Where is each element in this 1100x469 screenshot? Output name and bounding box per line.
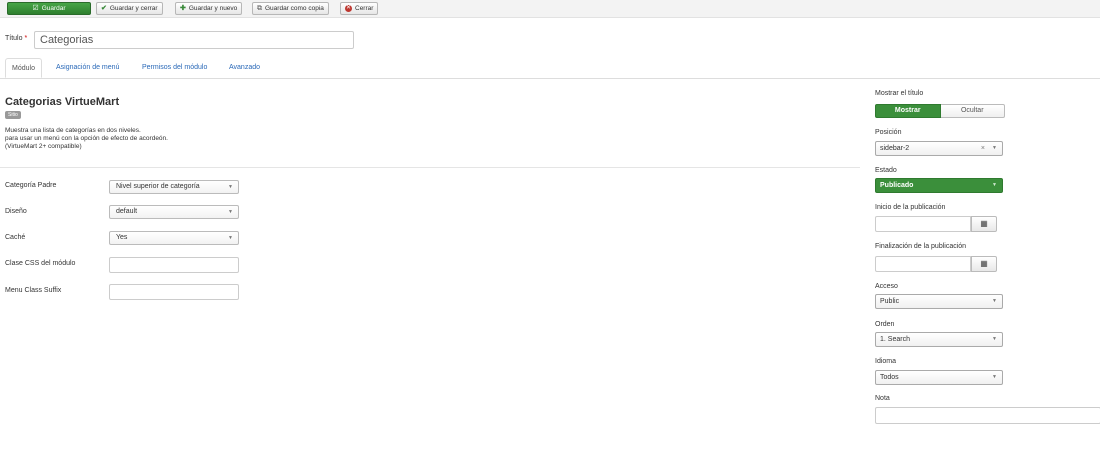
- position-select[interactable]: sidebar-2 × ▼: [875, 141, 1003, 156]
- layout-value: default: [116, 208, 138, 215]
- toolbar: ☑ Guardar ✔ Guardar y cerrar ✚ Guardar y…: [0, 0, 1100, 18]
- status-select[interactable]: Publicado ▼: [875, 178, 1003, 193]
- tab-module[interactable]: Módulo: [5, 58, 42, 78]
- parent-category-value: Nivel superior de categoría: [116, 183, 200, 190]
- save-close-button[interactable]: ✔ Guardar y cerrar: [96, 2, 163, 15]
- chevron-down-icon: ▼: [228, 209, 233, 215]
- parent-category-select[interactable]: Nivel superior de categoría ▼: [109, 180, 239, 194]
- copy-icon: ⧉: [257, 5, 262, 12]
- save-copy-button[interactable]: ⧉ Guardar como copia: [252, 2, 329, 15]
- note-label: Nota: [875, 395, 890, 402]
- publish-end-label: Finalización de la publicación: [875, 243, 967, 250]
- layout-label: Diseño: [5, 208, 27, 215]
- save-copy-button-label: Guardar como copia: [265, 5, 324, 12]
- calendar-icon[interactable]: ▦: [971, 216, 997, 232]
- position-label: Posición: [875, 129, 902, 136]
- chevron-down-icon: ▼: [992, 336, 997, 342]
- chevron-down-icon: ▼: [992, 182, 997, 188]
- status-value: Publicado: [880, 182, 914, 189]
- publish-start-input[interactable]: [875, 216, 971, 232]
- module-description: Muestra una lista de categorías en dos n…: [5, 127, 168, 151]
- ordering-label: Orden: [875, 321, 895, 328]
- title-label-text: Título: [5, 35, 23, 42]
- chevron-down-icon: ▼: [992, 374, 997, 380]
- show-title-toggle: Mostrar Ocultar: [875, 104, 1005, 118]
- description-line: para usar un menú con la opción de efect…: [5, 135, 168, 142]
- cache-value: Yes: [116, 234, 128, 241]
- tabs-divider: [0, 78, 1100, 79]
- access-value: Public: [880, 298, 900, 305]
- tab-advanced[interactable]: Avanzado: [229, 58, 260, 78]
- calendar-icon[interactable]: ▦: [971, 256, 997, 272]
- title-input[interactable]: [34, 31, 354, 49]
- close-button[interactable]: ✕ Cerrar: [340, 2, 379, 15]
- save-new-button[interactable]: ✚ Guardar y nuevo: [175, 2, 243, 15]
- language-label: Idioma: [875, 358, 897, 365]
- show-title-on-button[interactable]: Mostrar: [875, 104, 941, 118]
- language-select[interactable]: Todos ▼: [875, 370, 1003, 385]
- plus-icon: ✚: [180, 5, 186, 12]
- ordering-select[interactable]: 1. Search ▼: [875, 332, 1003, 347]
- tab-menu-assignment[interactable]: Asignación de menú: [56, 58, 119, 78]
- note-input[interactable]: [875, 407, 1100, 424]
- clear-icon[interactable]: ×: [981, 142, 985, 155]
- menu-class-suffix-label: Menu Class Suffix: [5, 287, 62, 294]
- title-label: Título *: [5, 35, 27, 42]
- required-marker: *: [24, 35, 28, 42]
- parent-category-label: Categoría Padre: [5, 182, 57, 189]
- section-divider: [0, 167, 860, 168]
- chevron-down-icon: ▼: [228, 235, 233, 241]
- chevron-down-icon: ▼: [992, 298, 997, 304]
- cache-label: Caché: [5, 234, 26, 241]
- description-line: Muestra una lista de categorías en dos n…: [5, 127, 141, 134]
- position-value: sidebar-2: [880, 145, 910, 152]
- tab-module-permissions[interactable]: Permisos del módulo: [142, 58, 207, 78]
- save-new-button-label: Guardar y nuevo: [188, 5, 238, 12]
- chevron-down-icon: ▼: [992, 145, 997, 151]
- publish-start-label: Inicio de la publicación: [875, 204, 946, 211]
- close-button-label: Cerrar: [355, 5, 374, 12]
- save-button-label: Guardar: [41, 5, 66, 12]
- access-label: Acceso: [875, 283, 898, 290]
- close-icon: ✕: [345, 5, 352, 12]
- publish-end-input[interactable]: [875, 256, 971, 272]
- status-label: Estado: [875, 167, 897, 174]
- css-class-input[interactable]: [109, 257, 239, 273]
- check-icon: ✔: [101, 5, 107, 12]
- css-class-label: Clase CSS del módulo: [5, 260, 76, 267]
- show-title-label: Mostrar el título: [875, 90, 924, 97]
- chevron-down-icon: ▼: [228, 184, 233, 190]
- save-close-button-label: Guardar y cerrar: [109, 5, 158, 12]
- site-badge: Sitio: [5, 111, 21, 119]
- layout-select[interactable]: default ▼: [109, 205, 239, 219]
- show-title-off-button[interactable]: Ocultar: [940, 104, 1005, 118]
- access-select[interactable]: Public ▼: [875, 294, 1003, 309]
- save-icon: ☑: [32, 5, 39, 12]
- description-line: (VirtueMart 2+ compatible): [5, 143, 82, 150]
- language-value: Todos: [880, 374, 899, 381]
- save-button[interactable]: ☑ Guardar: [7, 2, 91, 15]
- module-title: Categorias VirtueMart: [5, 96, 120, 108]
- menu-class-suffix-input[interactable]: [109, 284, 239, 300]
- cache-select[interactable]: Yes ▼: [109, 231, 239, 245]
- ordering-value: 1. Search: [880, 336, 910, 343]
